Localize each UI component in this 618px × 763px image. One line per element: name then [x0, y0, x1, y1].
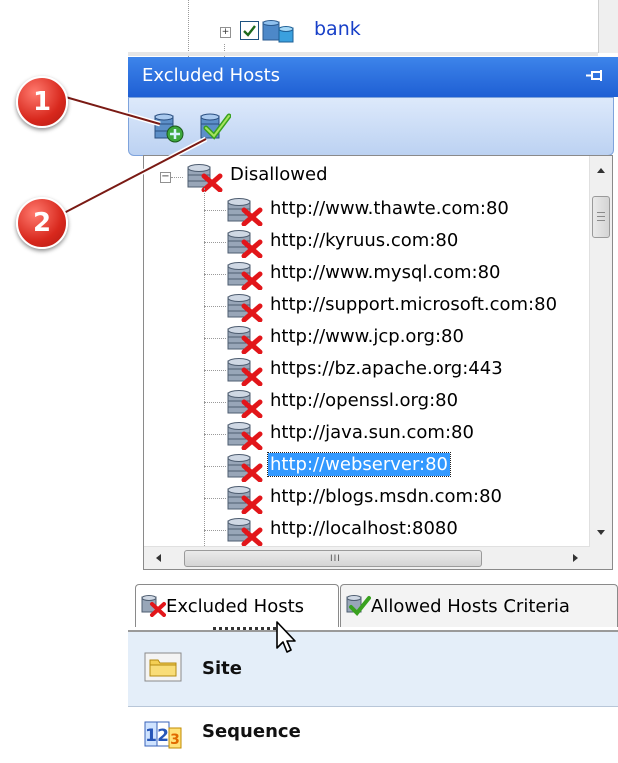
tree-viewport: − Disallowed http://www.thawte.com:80 htt…	[144, 156, 584, 547]
scroll-up-arrow-icon[interactable]	[590, 160, 612, 182]
tab-label: Allowed Hosts Criteria	[371, 596, 570, 617]
tree-item[interactable]: http://www.thawte.com:80	[204, 194, 584, 227]
scroll-corner	[590, 547, 612, 569]
host-url-label: http://localhost:8080	[270, 518, 458, 539]
tree-connector	[204, 242, 226, 243]
tree-connector	[204, 338, 226, 339]
tree-item[interactable]: http://www.jcp.org:80	[204, 322, 584, 355]
host-url-label: http://www.mysql.com:80	[270, 262, 501, 283]
disallowed-host-icon	[224, 518, 266, 547]
host-url-label: http://blogs.msdn.com:80	[270, 486, 502, 507]
checkmark-icon	[243, 25, 256, 37]
tree-root-label: Disallowed	[230, 164, 328, 185]
site-folder-icon	[144, 652, 182, 682]
collapse-icon[interactable]: −	[160, 172, 171, 183]
panel-tab-strip: Excluded Hosts Allowed Hosts Criteria	[128, 580, 618, 632]
tree-connector	[204, 210, 226, 211]
host-url-label: http://java.sun.com:80	[270, 422, 474, 443]
allow-host-icon[interactable]	[197, 110, 231, 144]
tree-item[interactable]: http://support.microsoft.com:80	[204, 290, 584, 323]
tree-connector	[171, 177, 183, 178]
add-host-icon[interactable]	[151, 110, 185, 144]
callout-badge-2: 2	[16, 197, 68, 249]
top-tree-fragment: + bank	[128, 0, 598, 57]
tree-connector	[204, 370, 226, 371]
tree-item[interactable]: https://bz.apache.org:443	[204, 354, 584, 387]
tree-item[interactable]: http://localhost:8080	[204, 514, 584, 547]
nav-sequence-label: Sequence	[202, 721, 301, 742]
host-url-label: http://www.thawte.com:80	[270, 198, 509, 219]
tree-item[interactable]: http://blogs.msdn.com:80	[204, 482, 584, 515]
scroll-down-arrow-icon[interactable]	[590, 521, 612, 543]
host-url-label: http://webserver:80	[267, 452, 451, 477]
side-scroll-strip	[598, 0, 618, 53]
top-tree-edge	[128, 52, 598, 56]
callout-badge-1: 1	[16, 76, 68, 128]
grip-line	[597, 216, 605, 217]
grip-line	[597, 212, 605, 213]
allowed-hosts-tab-icon	[346, 595, 371, 616]
tree-connector	[204, 274, 226, 275]
tree-connector	[204, 530, 226, 531]
tree-item[interactable]: http://openssl.org:80	[204, 386, 584, 419]
horizontal-scrollbar[interactable]: III	[144, 546, 590, 569]
excluded-hosts-tree[interactable]: − Disallowed http://www.thawte.com:80 htt…	[143, 155, 613, 570]
panel-title: Excluded Hosts	[142, 65, 281, 86]
host-url-label: http://kyruus.com:80	[270, 230, 459, 251]
tree-connector	[204, 466, 226, 467]
tab-excluded-hosts[interactable]: Excluded Hosts	[135, 584, 339, 627]
tree-item[interactable]: http://kyruus.com:80	[204, 226, 584, 259]
tree-item[interactable]: http://www.mysql.com:80	[204, 258, 584, 291]
tree-expand-icon[interactable]: +	[220, 27, 231, 38]
grip-line	[597, 220, 605, 221]
tree-connector	[204, 402, 226, 403]
nav-sequence[interactable]: 1 2 3 Sequence	[128, 707, 618, 763]
host-url-label: http://openssl.org:80	[270, 390, 459, 411]
hosts-toolbar	[128, 97, 614, 156]
database-icon	[262, 20, 294, 43]
tree-connector	[204, 434, 226, 435]
bank-node-label[interactable]: bank	[314, 18, 361, 40]
scroll-right-arrow-icon[interactable]	[564, 547, 586, 569]
horizontal-scroll-thumb[interactable]: III	[184, 550, 482, 567]
disallowed-server-icon	[187, 164, 223, 192]
nav-site-label: Site	[202, 658, 242, 679]
tree-connector	[204, 498, 226, 499]
bank-checkbox[interactable]	[240, 21, 259, 40]
callout-number: 2	[32, 208, 52, 238]
nav-site[interactable]: Site	[128, 632, 618, 707]
pin-icon[interactable]	[586, 69, 604, 83]
scroll-left-arrow-icon[interactable]	[148, 547, 170, 569]
vertical-scroll-thumb[interactable]	[592, 196, 610, 238]
callout-number: 1	[32, 87, 52, 117]
host-url-label: http://support.microsoft.com:80	[270, 294, 558, 315]
host-url-label: http://www.jcp.org:80	[270, 326, 464, 347]
mouse-pointer-icon	[276, 621, 296, 653]
tree-connector	[188, 0, 189, 57]
excluded-hosts-panel-header: Excluded Hosts	[128, 57, 618, 97]
tree-item[interactable]: http://webserver:80	[204, 450, 584, 483]
grip-marks: III	[330, 554, 341, 564]
host-url-label: https://bz.apache.org:443	[270, 358, 503, 379]
sequence-123-icon: 1 2 3	[144, 721, 182, 749]
tree-connector	[204, 306, 226, 307]
svg-text:2: 2	[157, 726, 169, 746]
vertical-scrollbar[interactable]	[589, 156, 612, 547]
svg-text:1: 1	[145, 726, 157, 746]
tree-item[interactable]: http://java.sun.com:80	[204, 418, 584, 451]
tab-label: Excluded Hosts	[166, 596, 305, 617]
svg-text:3: 3	[170, 732, 180, 748]
excluded-hosts-tab-icon	[141, 595, 166, 617]
tab-allowed-hosts-criteria[interactable]: Allowed Hosts Criteria	[340, 584, 618, 627]
